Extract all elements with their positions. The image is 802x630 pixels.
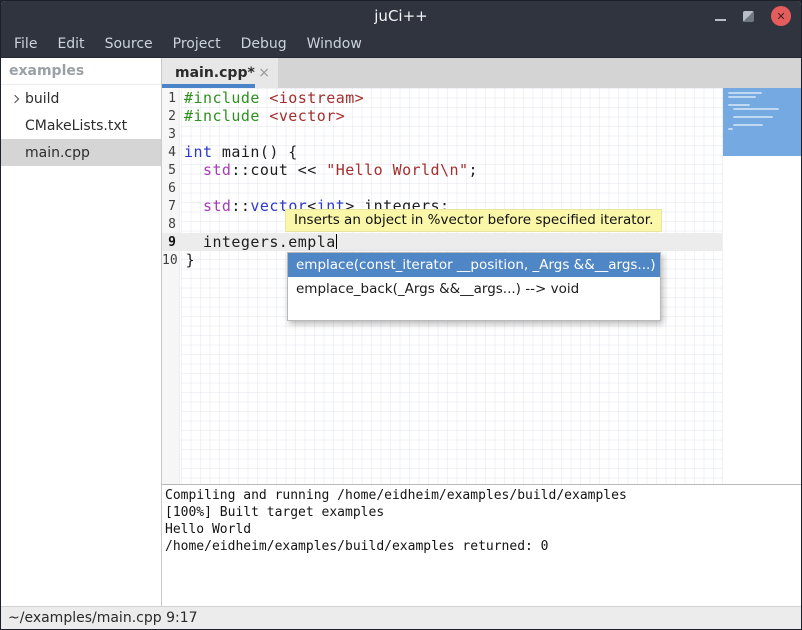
editor-lines: 1#include <iostream>2#include <vector>34… — [162, 89, 722, 269]
tree-item-main-cpp[interactable]: main.cpp — [1, 139, 161, 166]
file-tree: build CMakeLists.txt main.cpp — [1, 85, 161, 166]
editor-line-9[interactable]: 9 integers.empla — [162, 233, 722, 251]
sidebar: examples build CMakeLists.txt main.cpp — [1, 58, 161, 606]
chevron-right-icon — [9, 93, 21, 105]
editor-column: main.cpp* × 1#include <iostream>2#includ… — [162, 58, 801, 606]
tab-main-cpp[interactable]: main.cpp* × — [162, 58, 278, 88]
minimap-code-line — [733, 124, 763, 126]
app-window: juCi++ ✕ FileEditSourceProjectDebugWindo… — [0, 0, 802, 630]
line-code: #include <iostream> — [180, 89, 364, 107]
main-area: examples build CMakeLists.txt main.cpp mai… — [1, 58, 801, 606]
tree-item-build[interactable]: build — [1, 85, 161, 112]
minimap-code-line — [728, 104, 750, 106]
menu-item-window[interactable]: Window — [297, 31, 372, 57]
project-name-header: examples — [1, 58, 161, 85]
minimap-code-line — [728, 96, 756, 98]
tabbar: main.cpp* × — [162, 58, 801, 88]
menu-item-project[interactable]: Project — [163, 31, 231, 57]
restore-icon[interactable] — [743, 11, 754, 22]
line-number: 1 — [162, 91, 180, 106]
menu-item-source[interactable]: Source — [95, 31, 163, 57]
tree-item-label: main.cpp — [25, 145, 90, 161]
tab-label: main.cpp* — [175, 65, 256, 81]
menu-item-debug[interactable]: Debug — [231, 31, 297, 57]
output-line: /home/eidheim/examples/build/examples re… — [165, 538, 801, 555]
code-editor[interactable]: 1#include <iostream>2#include <vector>34… — [162, 88, 801, 484]
completion-popup: emplace(const_iterator __position, _Args… — [287, 252, 661, 321]
statusbar: ~/examples/main.cpp 9:17 — [1, 606, 801, 629]
line-code: } — [182, 251, 195, 269]
editor-line-3[interactable]: 3 — [162, 125, 722, 143]
close-icon[interactable]: ✕ — [771, 6, 791, 26]
line-number: 6 — [162, 181, 180, 196]
line-code: integers.empla — [180, 233, 337, 251]
minimize-icon[interactable] — [715, 19, 726, 21]
editor-line-2[interactable]: 2#include <vector> — [162, 107, 722, 125]
line-code: int main() { — [180, 143, 298, 161]
editor-line-6[interactable]: 6 — [162, 179, 722, 197]
status-file-position: ~/examples/main.cpp 9:17 — [8, 610, 198, 626]
text-cursor — [336, 234, 337, 249]
line-number: 3 — [162, 127, 180, 142]
output-line: Compiling and running /home/eidheim/exam… — [165, 487, 801, 504]
tab-close-icon[interactable]: × — [258, 65, 270, 81]
tree-indent — [9, 147, 21, 159]
line-number: 8 — [162, 217, 180, 232]
minimap[interactable] — [722, 88, 801, 484]
minimap-code-line — [728, 128, 733, 130]
minimap-code-line — [733, 108, 779, 110]
completion-item-0[interactable]: emplace(const_iterator __position, _Args… — [288, 253, 660, 277]
output-line: [100%] Built target examples — [165, 504, 801, 521]
line-number: 2 — [162, 109, 180, 124]
editor-line-5[interactable]: 5 std::cout << "Hello World\n"; — [162, 161, 722, 179]
editor-line-1[interactable]: 1#include <iostream> — [162, 89, 722, 107]
tree-item-cmakelists-txt[interactable]: CMakeLists.txt — [1, 112, 161, 139]
tree-item-label: CMakeLists.txt — [25, 118, 127, 134]
line-number: 5 — [162, 163, 180, 178]
menu-item-edit[interactable]: Edit — [47, 31, 94, 57]
titlebar: juCi++ ✕ — [1, 1, 801, 31]
minimap-code-line — [728, 92, 762, 94]
window-controls: ✕ — [715, 1, 791, 31]
window-title: juCi++ — [1, 7, 801, 25]
minimap-viewport[interactable] — [723, 88, 801, 156]
menubar: FileEditSourceProjectDebugWindow — [1, 31, 801, 58]
tree-indent — [9, 120, 21, 132]
line-code: std::cout << "Hello World\n"; — [180, 161, 478, 179]
line-number: 7 — [162, 199, 180, 214]
line-number: 4 — [162, 145, 180, 160]
minimap-code-line — [733, 116, 773, 118]
line-code: #include <vector> — [180, 107, 345, 125]
menu-item-file[interactable]: File — [4, 31, 47, 57]
line-number: 10 — [162, 253, 182, 268]
editor-line-4[interactable]: 4int main() { — [162, 143, 722, 161]
doc-tooltip: Inserts an object in %vector before spec… — [285, 209, 662, 232]
output-line: Hello World — [165, 521, 801, 538]
line-number: 9 — [162, 235, 180, 250]
tree-item-label: build — [25, 91, 59, 107]
completion-item-1[interactable]: emplace_back(_Args &&__args...) --> void — [288, 277, 660, 301]
output-panel[interactable]: Compiling and running /home/eidheim/exam… — [162, 485, 801, 606]
